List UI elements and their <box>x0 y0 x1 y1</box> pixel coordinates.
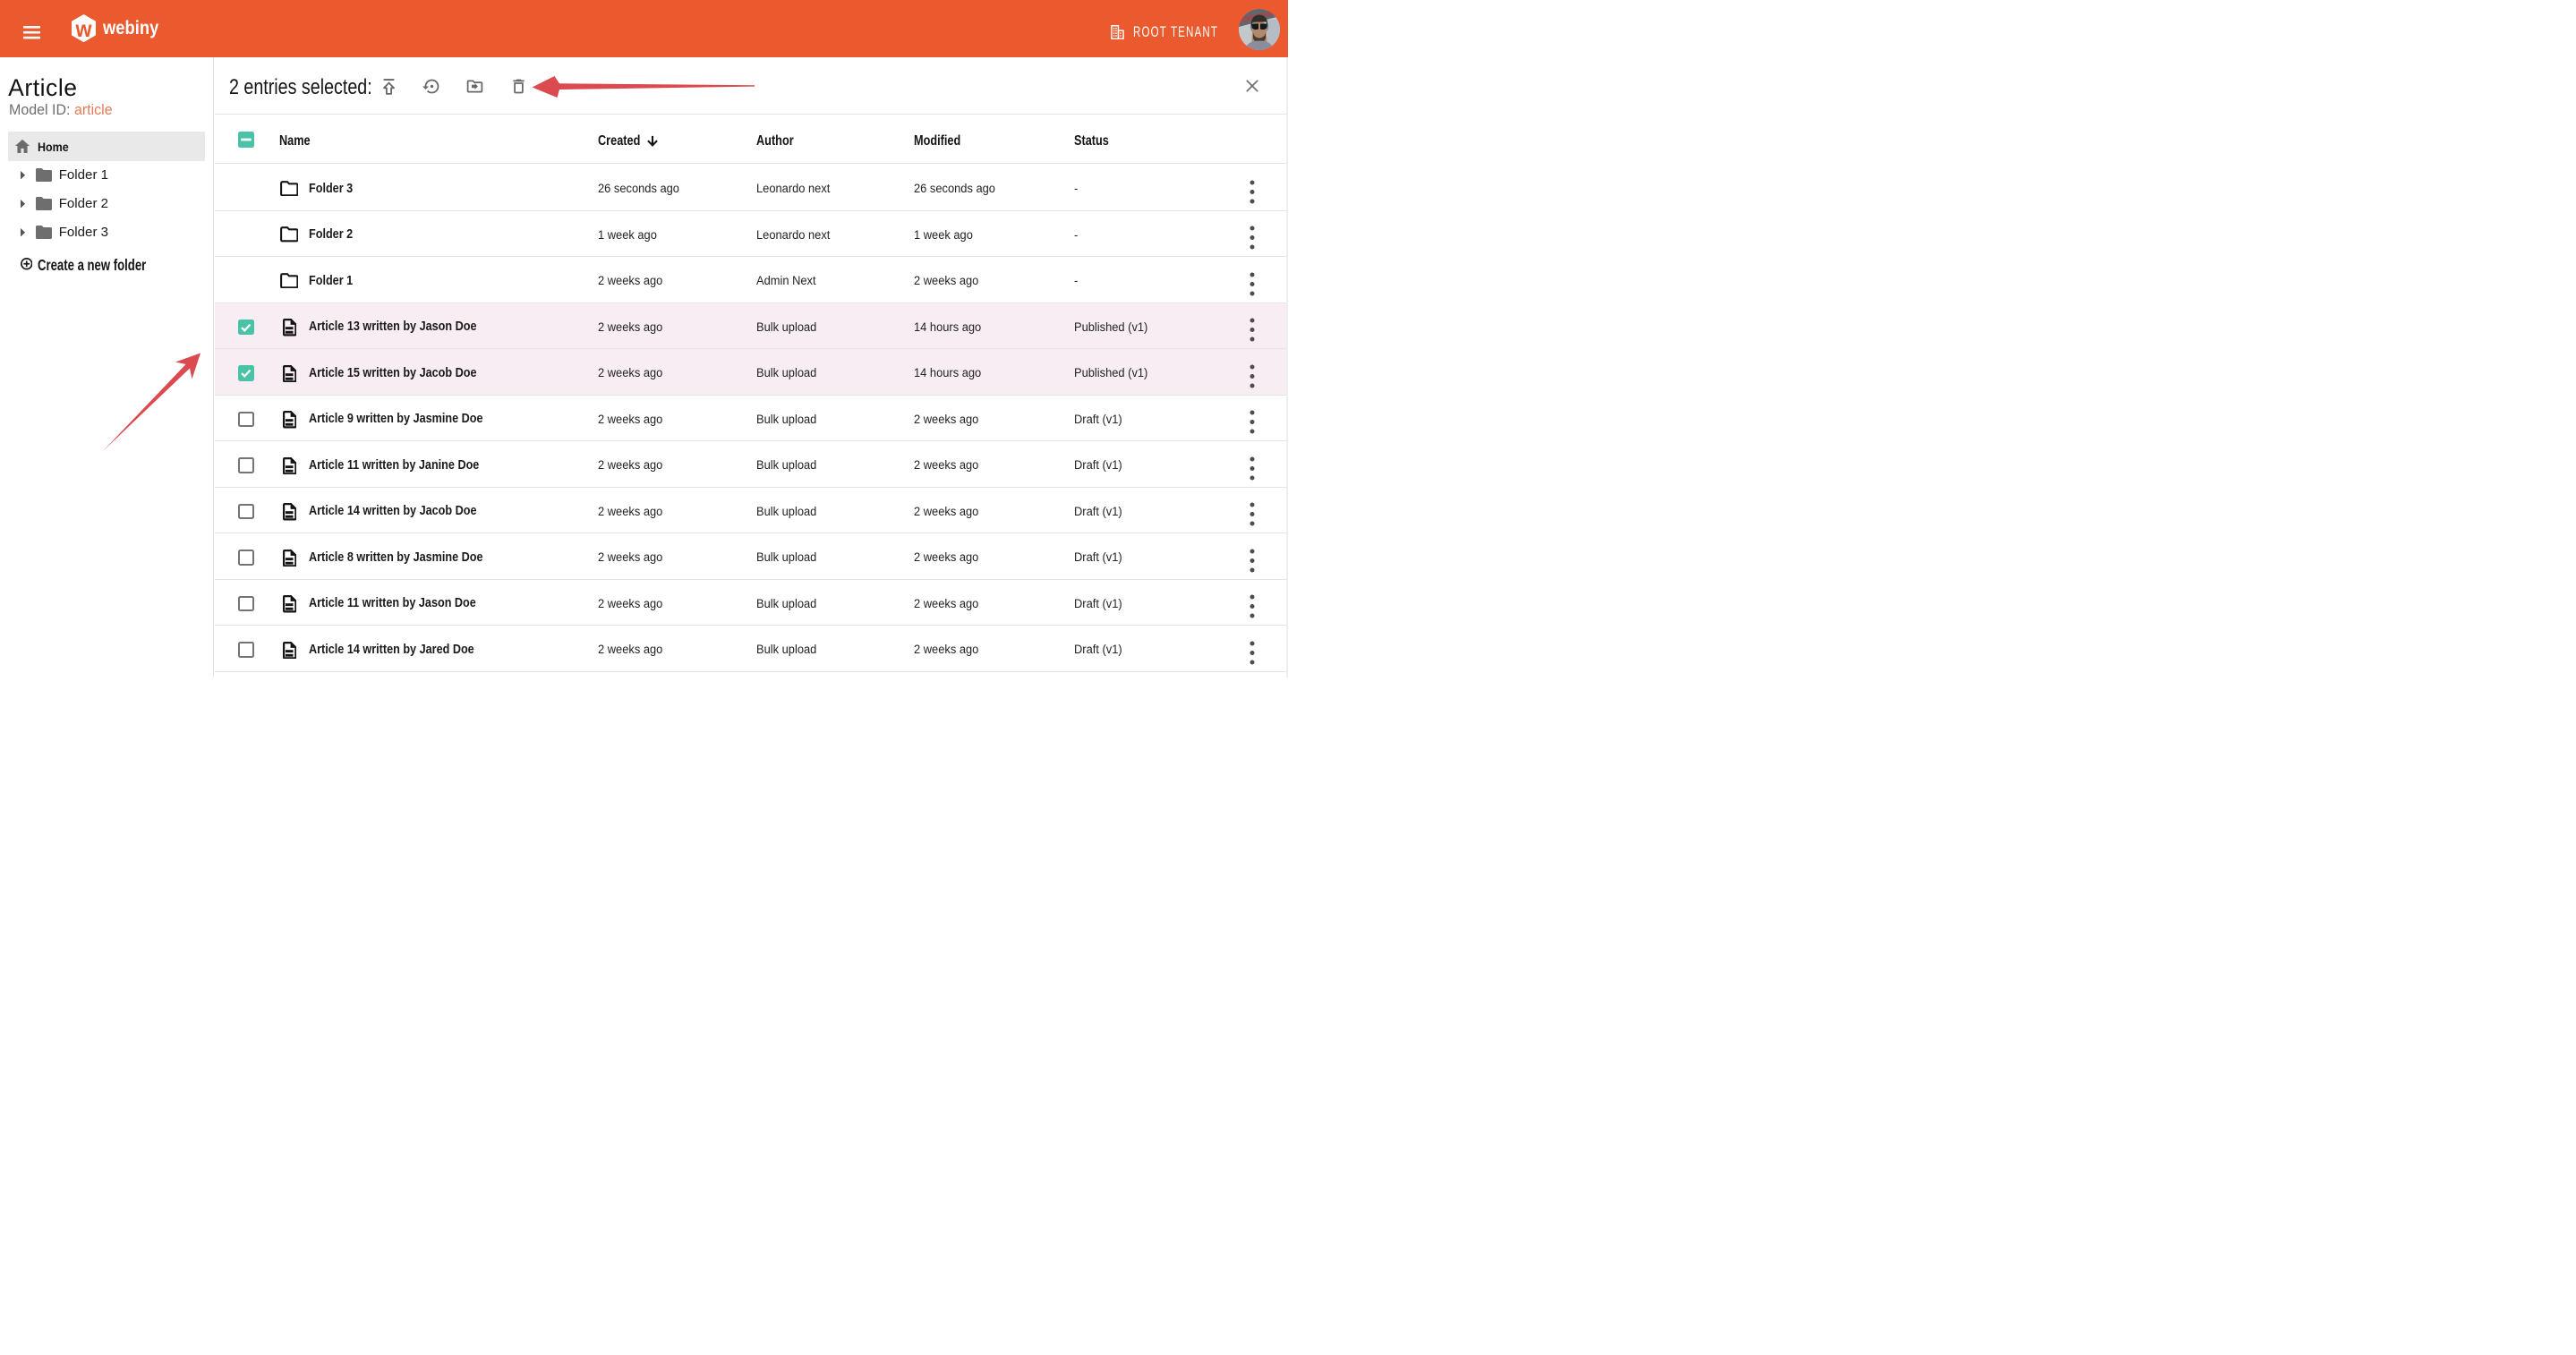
svg-text:w: w <box>74 17 91 42</box>
